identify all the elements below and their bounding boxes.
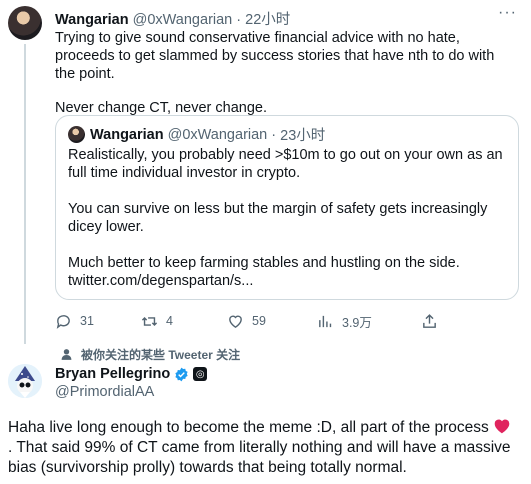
social-context[interactable]: 被你关注的某些 Tweeter 关注 bbox=[60, 346, 240, 363]
quoted-tweet-text: Realistically, you probably need >$10m t… bbox=[68, 146, 508, 290]
share-button[interactable] bbox=[421, 310, 446, 332]
quoted-tweet-header: Wangarian @0xWangarian · 23小时 bbox=[68, 124, 325, 145]
share-icon bbox=[423, 313, 436, 328]
retweet-icon bbox=[141, 316, 158, 326]
social-context-label: 被你关注的某些 Tweeter 关注 bbox=[81, 348, 241, 362]
quoted-author-handle: @0xWangarian bbox=[167, 126, 268, 143]
reply-text-part: Haha live long enough to become the meme… bbox=[8, 419, 489, 436]
tweet-text: Trying to give sound conservative financ… bbox=[55, 29, 517, 117]
quoted-tweet-time: 23小时 bbox=[280, 128, 326, 144]
thread-line bbox=[24, 44, 26, 344]
reply-text: Haha live long enough to become the meme… bbox=[8, 418, 523, 478]
like-count: 59 bbox=[252, 314, 266, 328]
author-handle[interactable]: @0xWangarian bbox=[133, 12, 233, 28]
quoted-text-line: Realistically, you probably need >$10m t… bbox=[68, 147, 503, 181]
tweet-header: Wangarian @0xWangarian · 22小时 bbox=[55, 8, 290, 29]
affiliate-badge-icon: ◎ bbox=[193, 367, 208, 381]
author-avatar[interactable] bbox=[8, 6, 42, 40]
reply-icon bbox=[56, 314, 70, 329]
quoted-link[interactable]: twitter.com/degenspartan/s... bbox=[68, 272, 508, 290]
retweet-count: 4 bbox=[166, 314, 173, 328]
red-heart-icon bbox=[494, 419, 510, 434]
wizard-avatar-icon bbox=[8, 364, 42, 398]
more-icon[interactable]: ··· bbox=[498, 4, 517, 22]
like-button[interactable]: 59 bbox=[227, 310, 266, 332]
views-icon bbox=[319, 315, 332, 327]
verified-icon bbox=[175, 367, 188, 381]
tweet[interactable]: Wangarian @0xWangarian · 22小时 ··· Trying… bbox=[0, 0, 531, 344]
views-button[interactable]: 3.9万 bbox=[317, 310, 372, 332]
reply-text-part: . That said 99% of CT came from literall… bbox=[8, 439, 511, 476]
views-count: 3.9万 bbox=[342, 315, 372, 330]
reply-author-name[interactable]: Bryan Pellegrino bbox=[55, 366, 170, 382]
quoted-author-name: Wangarian bbox=[90, 126, 164, 143]
retweet-button[interactable]: 4 bbox=[141, 310, 173, 332]
reply-button[interactable]: 31 bbox=[55, 310, 94, 332]
reply-count: 31 bbox=[80, 314, 94, 328]
heart-icon bbox=[229, 315, 242, 328]
reply-header: Bryan Pellegrino ◎ bbox=[55, 366, 208, 382]
tweet-actions: 31 4 59 3.9万 bbox=[55, 310, 475, 332]
reply-author-handle[interactable]: @PrimordialAA bbox=[55, 384, 154, 400]
tweet-text-line: Trying to give sound conservative financ… bbox=[55, 30, 495, 82]
separator: · bbox=[271, 126, 277, 143]
reply-author-avatar[interactable] bbox=[8, 364, 42, 398]
person-icon bbox=[61, 349, 72, 360]
quoted-tweet[interactable]: Wangarian @0xWangarian · 23小时 Realistica… bbox=[55, 115, 519, 300]
quoted-text-line: You can survive on less but the margin o… bbox=[68, 201, 488, 235]
separator: · bbox=[236, 12, 242, 28]
quoted-author-avatar bbox=[68, 126, 85, 143]
tweet-time[interactable]: 22小时 bbox=[245, 12, 290, 28]
quoted-text-line: Much better to keep farming stables and … bbox=[68, 255, 460, 271]
author-name[interactable]: Wangarian bbox=[55, 12, 129, 28]
